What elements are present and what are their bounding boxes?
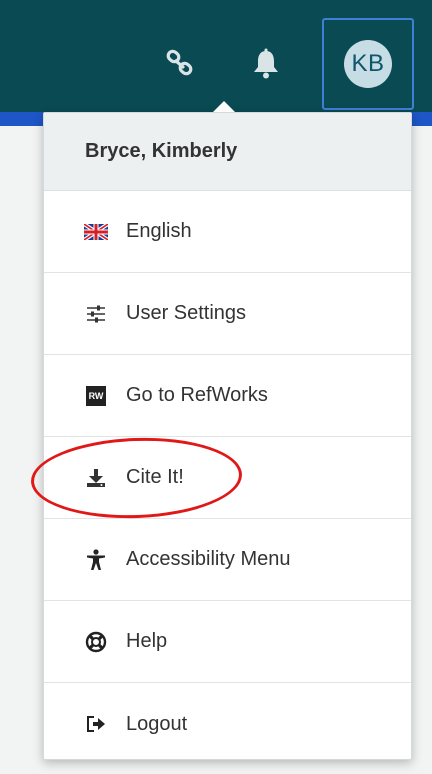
uk-flag-icon bbox=[84, 223, 108, 240]
logout-icon bbox=[87, 716, 105, 732]
menu-item-label: User Settings bbox=[126, 302, 247, 324]
menu-item-cite-it[interactable]: Cite It! bbox=[44, 437, 411, 519]
menu-item-help[interactable]: Help bbox=[44, 601, 411, 683]
accessibility-icon bbox=[87, 548, 105, 570]
refworks-icon: RW bbox=[86, 385, 106, 406]
menu-item-label: Accessibility Menu bbox=[126, 548, 291, 570]
menu-item-label: English bbox=[126, 220, 192, 242]
notifications-button[interactable] bbox=[236, 36, 296, 92]
menu-item-accessibility[interactable]: Accessibility Menu bbox=[44, 519, 411, 601]
menu-item-english[interactable]: English bbox=[44, 191, 411, 273]
menu-item-user-settings[interactable]: User Settings bbox=[44, 273, 411, 355]
menu-item-logout[interactable]: Logout bbox=[44, 683, 411, 759]
menu-item-label: Help bbox=[126, 630, 168, 652]
user-name: Bryce, Kimberly bbox=[85, 140, 238, 162]
sliders-icon bbox=[87, 305, 105, 322]
menu-item-refworks[interactable]: RW Go to RefWorks bbox=[44, 355, 411, 437]
link-icon bbox=[166, 49, 193, 76]
user-dropdown-menu: Bryce, Kimberly English User Settings RW… bbox=[43, 112, 412, 760]
menu-item-label: Go to RefWorks bbox=[126, 384, 268, 406]
menu-item-label: Logout bbox=[126, 712, 188, 735]
menu-item-label: Cite It! bbox=[126, 466, 184, 488]
lifebuoy-icon bbox=[85, 631, 107, 652]
user-name-header: Bryce, Kimberly bbox=[44, 113, 411, 191]
menu-caret bbox=[213, 101, 235, 112]
avatar: KB bbox=[344, 40, 392, 88]
bell-icon bbox=[254, 48, 278, 79]
user-menu-button[interactable]: KB bbox=[322, 18, 414, 110]
download-icon bbox=[87, 468, 105, 487]
link-button[interactable] bbox=[150, 36, 210, 92]
